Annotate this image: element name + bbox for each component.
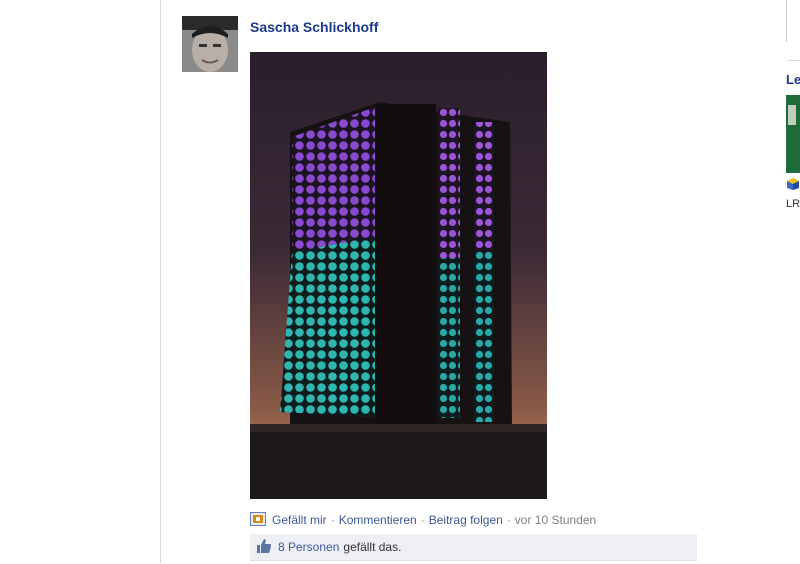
likes-summary: 8 Personen gefällt das. <box>250 534 697 560</box>
right-column-text: LR <box>786 198 800 210</box>
separator: · <box>506 513 511 527</box>
separator: · <box>330 513 335 527</box>
likes-suffix-text: gefällt das. <box>343 540 402 554</box>
post-photo[interactable] <box>250 52 547 499</box>
right-column-divider <box>786 0 787 42</box>
thumbs-up-icon <box>256 538 272 557</box>
right-column-separator <box>787 60 800 61</box>
author-avatar[interactable] <box>182 16 238 72</box>
separator: · <box>420 513 425 527</box>
like-link[interactable]: Gefällt mir <box>272 513 327 527</box>
follow-post-link[interactable]: Beitrag folgen <box>429 513 503 527</box>
right-column-title[interactable]: Le <box>786 72 800 87</box>
post-timestamp[interactable]: vor 10 Stunden <box>515 513 596 527</box>
cube-icon <box>786 177 800 191</box>
comment-link[interactable]: Kommentieren <box>339 513 417 527</box>
right-column-ad-image[interactable] <box>786 95 800 173</box>
author-name-link[interactable]: Sascha Schlickhoff <box>250 19 378 35</box>
like-icon[interactable] <box>250 511 266 529</box>
likes-box-bottom-border <box>250 560 697 564</box>
post-action-bar: Gefällt mir · Kommentieren · Beitrag fol… <box>250 511 596 529</box>
likes-count-link[interactable]: 8 Personen <box>278 540 339 554</box>
feed-left-border <box>160 0 161 563</box>
